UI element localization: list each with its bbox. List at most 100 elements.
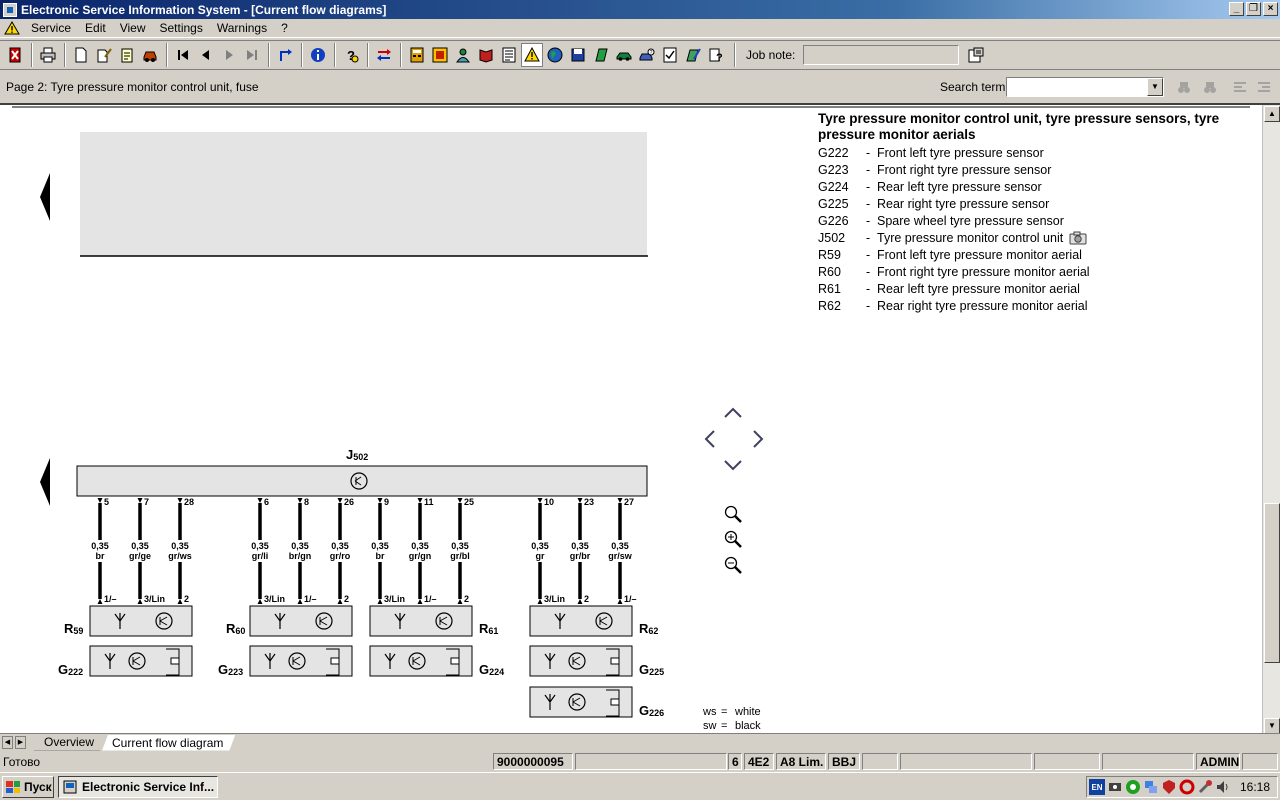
next-page-button[interactable]	[218, 43, 240, 67]
wire-size: 0,35	[571, 541, 589, 551]
menu-view[interactable]: View	[113, 21, 153, 35]
help-button[interactable]: ?	[340, 43, 362, 67]
search-next-hit-button[interactable]	[1252, 75, 1276, 99]
tool-edit-book-button[interactable]	[682, 43, 704, 67]
edit-book-icon	[686, 48, 701, 62]
network-icon[interactable]	[1107, 779, 1123, 795]
zoom-out-icon[interactable]	[724, 556, 742, 574]
pan-down-icon[interactable]	[724, 460, 742, 471]
legend-item: G224 - Rear left tyre pressure sensor	[818, 178, 1238, 195]
volume-icon[interactable]	[1215, 779, 1231, 795]
pin-arrow	[257, 599, 263, 604]
start-button[interactable]: Пуск	[2, 776, 54, 798]
tool-green-book-button[interactable]	[590, 43, 612, 67]
tab-scroll-right-button[interactable]: ▶	[15, 736, 26, 749]
pin-arrow	[577, 599, 583, 604]
tool-document-list-button[interactable]	[498, 43, 520, 67]
switch-button[interactable]	[373, 43, 395, 67]
update-icon[interactable]	[1179, 779, 1195, 795]
swap-arrows-icon	[377, 49, 391, 61]
tool-checklist-button[interactable]	[659, 43, 681, 67]
first-page-button[interactable]	[172, 43, 194, 67]
tool-calculator-button[interactable]	[406, 43, 428, 67]
antivirus-icon[interactable]	[1125, 779, 1141, 795]
tool-save-button[interactable]	[567, 43, 589, 67]
page-header: Page 2: Tyre pressure monitor control un…	[0, 72, 1280, 102]
wire-pin-bottom: 3/Lin	[544, 594, 566, 604]
camera-icon[interactable]	[1069, 231, 1087, 245]
job-note-input[interactable]	[803, 45, 960, 65]
menu-help[interactable]: ?	[274, 21, 295, 35]
previous-page-button[interactable]	[195, 43, 217, 67]
tool-book-button[interactable]	[475, 43, 497, 67]
pin-arrow	[617, 599, 623, 604]
doc-restore-button[interactable]: ❐	[1246, 2, 1261, 16]
edit-document-button[interactable]	[93, 43, 115, 67]
taskbar-app-button[interactable]: Electronic Service Inf...	[58, 776, 218, 798]
info-button[interactable]	[307, 43, 329, 67]
tool-car-button[interactable]	[613, 43, 635, 67]
legend-dash: -	[866, 298, 871, 313]
menu-edit[interactable]: Edit	[78, 21, 113, 35]
tool-help-note-button[interactable]: ?	[705, 43, 727, 67]
menu-settings[interactable]: Settings	[153, 21, 210, 35]
search-input[interactable]	[1007, 78, 1147, 96]
taskbar: Пуск Electronic Service Inf... EN 16:18	[0, 772, 1280, 800]
back-level-button[interactable]	[274, 43, 296, 67]
exit-button[interactable]	[4, 43, 26, 67]
aerial-label: R59	[64, 621, 84, 636]
vertical-scrollbar[interactable]: ▲ ▼	[1262, 105, 1280, 735]
legend-dash: -	[866, 264, 871, 279]
people-icon	[456, 48, 470, 63]
notes-button[interactable]	[116, 43, 138, 67]
windows-logo-icon	[6, 781, 20, 793]
doc-close-button[interactable]: ×	[1263, 2, 1278, 16]
pan-right-icon[interactable]	[753, 430, 764, 448]
pan-left-icon[interactable]	[704, 430, 715, 448]
tool-warnings-button[interactable]	[521, 43, 543, 67]
search-previous-hit-button[interactable]	[1228, 75, 1252, 99]
new-document-button[interactable]	[70, 43, 92, 67]
sensor-g224	[369, 645, 473, 677]
security-shield-icon[interactable]	[1161, 779, 1177, 795]
tab-scroll-left-button[interactable]: ◀	[2, 736, 13, 749]
pan-up-icon[interactable]	[724, 407, 742, 418]
network-share-icon[interactable]	[1143, 779, 1159, 795]
tab-current-flow-diagram[interactable]: Current flow diagram	[102, 735, 235, 751]
zoom-fit-icon[interactable]	[724, 505, 742, 523]
abbreviation-code: sw	[703, 720, 717, 732]
tools-icon[interactable]	[1197, 779, 1213, 795]
pin-arrow	[537, 498, 543, 503]
legend-text: Rear right tyre pressure sensor	[877, 196, 1050, 211]
status-empty-field-5	[1102, 753, 1194, 770]
menu-service[interactable]: Service	[24, 21, 78, 35]
scroll-down-button[interactable]: ▼	[1264, 718, 1280, 734]
language-indicator[interactable]: EN	[1089, 779, 1105, 795]
scroll-thumb[interactable]	[1264, 503, 1280, 663]
pin-arrow	[137, 599, 143, 604]
job-note-button[interactable]	[965, 43, 987, 67]
last-page-button[interactable]	[241, 43, 263, 67]
tool-people-button[interactable]	[452, 43, 474, 67]
pin-arrow	[457, 498, 463, 503]
j502-control-unit	[76, 465, 648, 497]
toolbar-separator	[166, 43, 168, 67]
legend-list: G222- Front left tyre pressure sensor G223…	[818, 144, 1238, 314]
doc-minimize-button[interactable]: _	[1229, 2, 1244, 16]
print-button[interactable]	[37, 43, 59, 67]
vehicle-button[interactable]	[139, 43, 161, 67]
section-arrow-icon[interactable]	[40, 458, 50, 506]
tool-parts-button[interactable]	[429, 43, 451, 67]
search-dropdown-button[interactable]: ▼	[1147, 78, 1163, 96]
legend-title: Tyre pressure monitor control unit, tyre…	[818, 111, 1220, 142]
previous-section-arrow-icon[interactable]	[40, 173, 50, 221]
search-back-button[interactable]	[1172, 75, 1196, 99]
search-forward-button[interactable]	[1198, 75, 1222, 99]
tab-overview[interactable]: Overview	[34, 735, 106, 751]
search-combobox[interactable]: ▼	[1006, 77, 1164, 97]
zoom-in-icon[interactable]	[724, 530, 742, 548]
menu-warnings[interactable]: Warnings	[210, 21, 274, 35]
tool-service-car-button[interactable]: ?	[636, 43, 658, 67]
scroll-up-button[interactable]: ▲	[1264, 106, 1280, 122]
tool-globe-button[interactable]	[544, 43, 566, 67]
